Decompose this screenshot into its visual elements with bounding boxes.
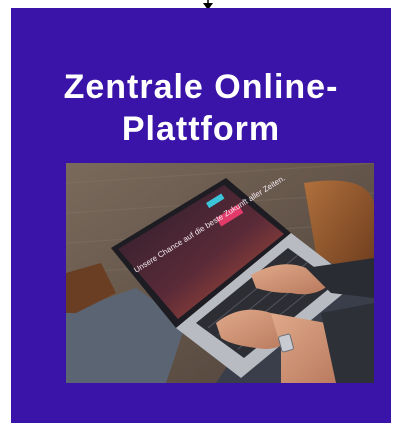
page: Zentrale Online- Plattform Unsere Chance… bbox=[0, 0, 402, 434]
platform-card: Zentrale Online- Plattform Unsere Chance… bbox=[11, 8, 391, 423]
card-title-line-2: Plattform bbox=[121, 110, 281, 148]
card-title: Zentrale Online- Plattform bbox=[11, 66, 391, 150]
laptop-photo-illustration: Unsere Chance auf die beste Zukunft alle… bbox=[66, 163, 374, 383]
card-title-line-1: Zentrale Online- bbox=[63, 68, 339, 106]
laptop-photo: Unsere Chance auf die beste Zukunft alle… bbox=[66, 163, 374, 383]
